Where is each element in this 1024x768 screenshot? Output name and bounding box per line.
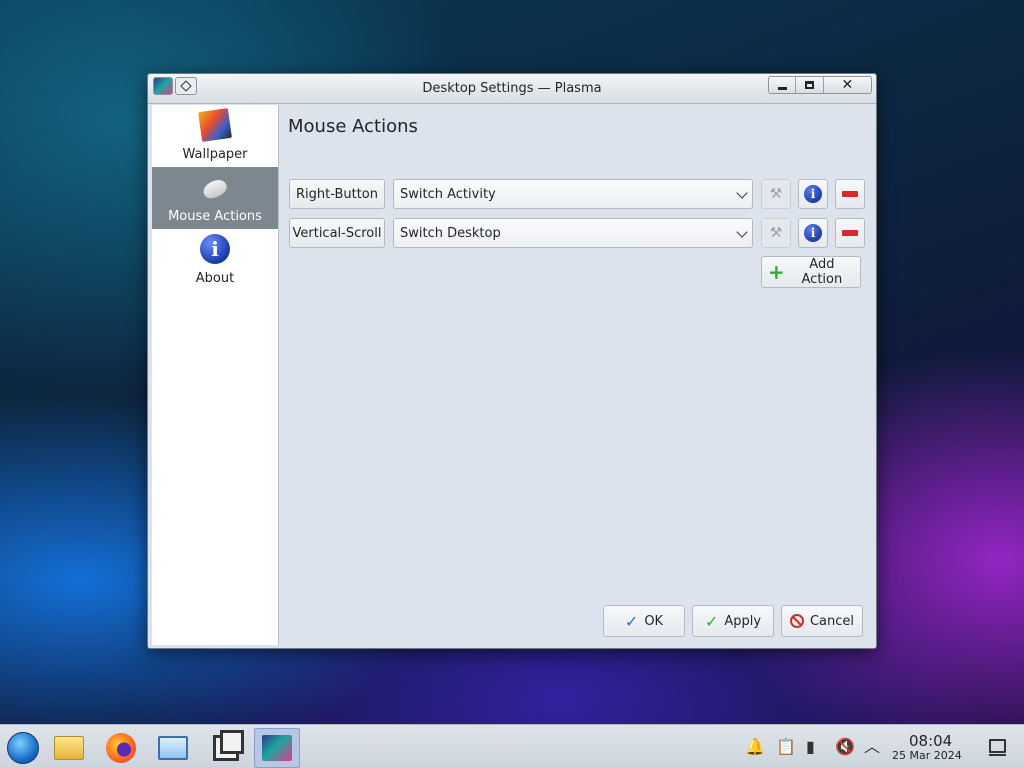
- chevron-down-icon: [736, 226, 748, 238]
- sidebar-item-wallpaper[interactable]: Wallpaper: [152, 105, 278, 167]
- minimize-icon: [777, 86, 787, 90]
- start-menu-button[interactable]: [0, 728, 46, 768]
- remove-icon: [842, 230, 858, 236]
- configure-icon: ⚒: [769, 186, 783, 202]
- remove-icon: [842, 191, 858, 197]
- apply-button[interactable]: ✓ Apply: [692, 605, 774, 637]
- add-action-button[interactable]: + Add Action: [761, 256, 861, 288]
- wallpaper-icon: [198, 108, 232, 142]
- trigger-button[interactable]: Vertical-Scroll: [289, 218, 385, 248]
- window-controls: ✕: [768, 76, 872, 94]
- about-plugin-button[interactable]: i: [798, 218, 828, 248]
- plugin-select-value: Switch Desktop: [400, 225, 501, 241]
- windows-overview-icon: [213, 730, 244, 761]
- action-row: Right-Button Switch Activity ⚒ i: [289, 179, 865, 209]
- sidebar: Wallpaper Mouse Actions i About: [152, 105, 279, 645]
- title-bar[interactable]: Desktop Settings — Plasma ✕: [148, 74, 876, 104]
- checkmark-icon: ✓: [624, 611, 639, 631]
- clock-time[interactable]: 08:04: [909, 732, 952, 750]
- add-action-label: Add Action: [801, 257, 843, 287]
- tray-expand-icon[interactable]: ︿: [864, 738, 880, 756]
- show-desktop-icon[interactable]: [989, 739, 1006, 756]
- info-icon: i: [804, 185, 822, 203]
- close-icon: ✕: [841, 77, 854, 93]
- remove-action-button[interactable]: [835, 179, 865, 209]
- folder-icon: [54, 736, 84, 760]
- cancel-icon: [790, 614, 804, 628]
- plasma-icon: [262, 735, 292, 761]
- volume-muted-icon[interactable]: 🔇: [835, 738, 855, 756]
- mouse-icon: [199, 175, 231, 203]
- monitor-icon: [158, 736, 188, 760]
- battery-icon[interactable]: ▮: [806, 738, 815, 756]
- sidebar-item-label: Wallpaper: [182, 147, 248, 162]
- info-icon: i: [804, 224, 822, 242]
- close-button[interactable]: ✕: [824, 77, 871, 93]
- sidebar-item-about[interactable]: i About: [152, 229, 278, 291]
- cancel-button[interactable]: Cancel: [781, 605, 863, 637]
- page-title: Mouse Actions: [288, 116, 418, 137]
- about-plugin-button[interactable]: i: [798, 179, 828, 209]
- info-icon: i: [200, 234, 230, 264]
- ok-button[interactable]: ✓ OK: [603, 605, 685, 637]
- notifications-icon[interactable]: 🔔: [745, 738, 765, 756]
- maximize-icon: [804, 81, 814, 89]
- apply-label: Apply: [724, 613, 762, 629]
- window-switcher-button[interactable]: [203, 728, 249, 768]
- clipboard-icon[interactable]: 📋: [776, 738, 796, 756]
- action-row: Vertical-Scroll Switch Desktop ⚒ i: [289, 218, 865, 248]
- plugin-select[interactable]: Switch Desktop: [393, 218, 753, 248]
- system-settings-launcher[interactable]: [150, 728, 196, 768]
- maximize-button[interactable]: [796, 77, 824, 93]
- start-orb-icon: [7, 732, 39, 764]
- ok-label: OK: [644, 613, 664, 629]
- window-title: Desktop Settings — Plasma: [422, 81, 602, 96]
- main-panel: Mouse Actions Right-Button Switch Activi…: [281, 105, 872, 645]
- chevron-down-icon: [736, 187, 748, 199]
- cancel-label: Cancel: [809, 613, 854, 629]
- configure-button[interactable]: ⚒: [761, 179, 791, 209]
- sidebar-item-label: Mouse Actions: [168, 209, 262, 224]
- minimize-button[interactable]: [769, 77, 797, 93]
- configure-icon: ⚒: [769, 225, 783, 241]
- firefox-launcher[interactable]: [98, 728, 144, 768]
- clock-date[interactable]: 25 Mar 2024: [892, 749, 962, 762]
- sidebar-item-label: About: [195, 271, 235, 286]
- trigger-button[interactable]: Right-Button: [289, 179, 385, 209]
- sidebar-item-mouse-actions[interactable]: Mouse Actions: [152, 167, 278, 229]
- configure-button[interactable]: ⚒: [761, 218, 791, 248]
- settings-window: Desktop Settings — Plasma ✕ Wallpaper Mo…: [147, 73, 877, 649]
- plasma-settings-task[interactable]: [254, 728, 300, 768]
- checkmark-icon: ✓: [704, 611, 719, 631]
- dialog-buttons: ✓ OK ✓ Apply Cancel: [596, 605, 863, 637]
- plugin-select[interactable]: Switch Activity: [393, 179, 753, 209]
- remove-action-button[interactable]: [835, 218, 865, 248]
- firefox-icon: [106, 733, 136, 763]
- file-manager-launcher[interactable]: [46, 728, 92, 768]
- plus-icon: +: [768, 260, 785, 284]
- taskbar: 🔔 📋 ▮ 🔇 ︿ 08:04 25 Mar 2024: [0, 724, 1024, 768]
- plugin-select-value: Switch Activity: [400, 186, 496, 202]
